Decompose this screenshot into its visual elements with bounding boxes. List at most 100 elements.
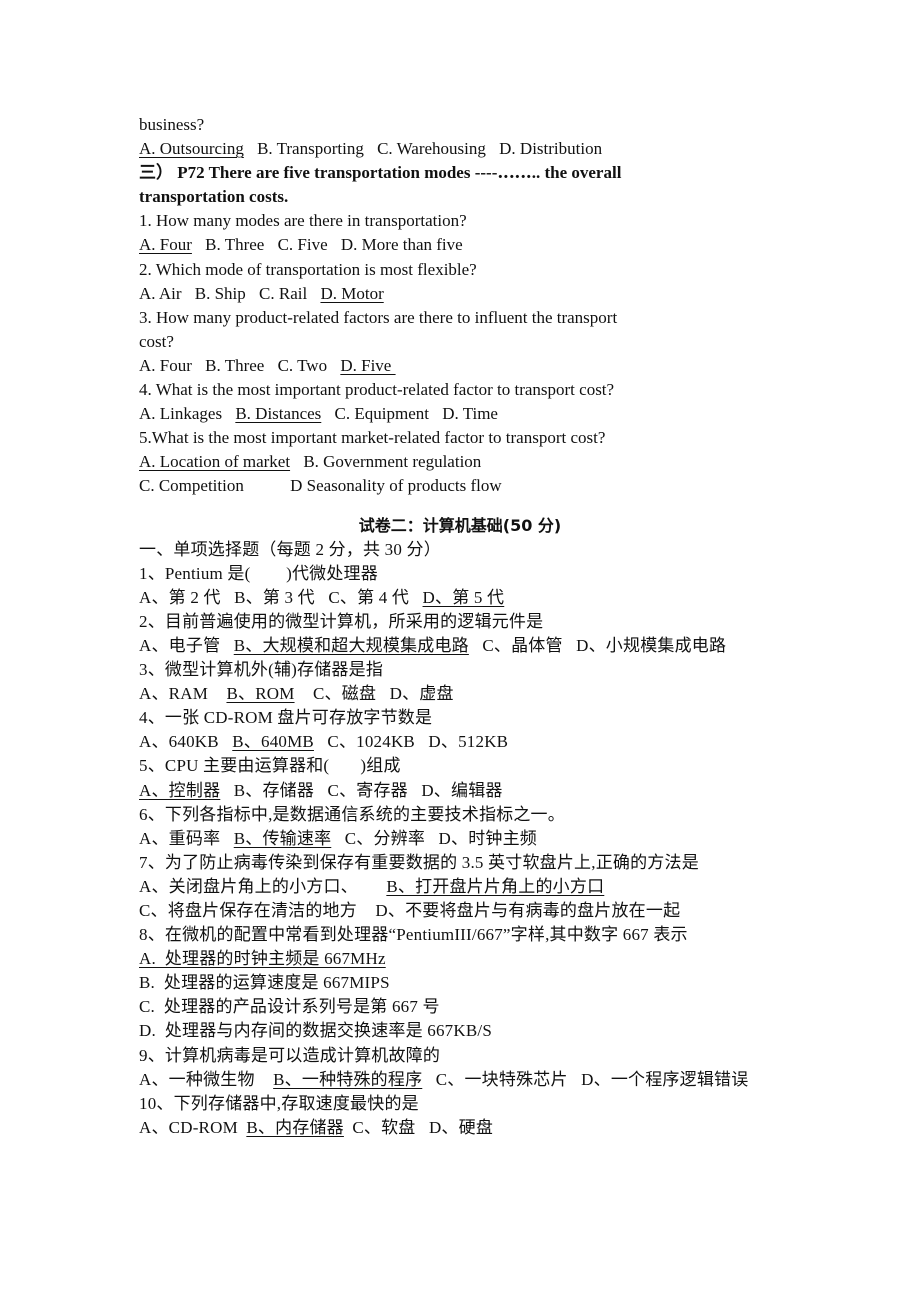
option-correct: D. Motor: [320, 283, 384, 303]
question-text: 1、Pentium 是( )代微处理器: [139, 563, 378, 583]
option-correct: B、一种特殊的程序: [273, 1069, 423, 1089]
option: C、软盘: [352, 1117, 416, 1137]
option-correct: B、内存储器: [246, 1117, 344, 1137]
option: C、将盘片保存在清洁的地方: [139, 901, 357, 920]
option: D、时钟主频: [438, 828, 538, 848]
question-text: 8、在微机的配置中常看到处理器“PentiumIII/667”字样,其中数字 6…: [139, 925, 688, 945]
option: D、512KB: [428, 732, 509, 752]
option: C. 处理器的产品设计系列号是第 667 号: [139, 997, 440, 1017]
option-correct: A. Location of market: [139, 452, 291, 472]
option: D、小规模集成电路: [576, 635, 727, 655]
option-correct: A. Outsourcing: [139, 139, 244, 159]
option-correct: B. Distances: [235, 404, 322, 424]
options-line: A、640KB B、640MB C、1024KB D、512KB: [139, 730, 789, 754]
option: A、一种微生物: [139, 1069, 255, 1089]
option: C、1024KB: [327, 732, 415, 752]
option: A、CD-ROM: [139, 1117, 238, 1137]
options-line: A. Location of market B. Government regu…: [139, 450, 789, 474]
option: D. Time: [442, 404, 498, 424]
option: C. Rail: [259, 283, 308, 303]
option-correct: D、第 5 代: [422, 587, 505, 607]
option-correct: D. Five: [340, 355, 396, 375]
option: B、第 3 代: [234, 587, 315, 607]
option: C. Equipment: [334, 404, 429, 424]
options-line: A. Air B. Ship C. Rail D. Motor: [139, 282, 789, 306]
option: B、存储器: [233, 780, 315, 800]
options-line: A. Outsourcing B. Transporting C. Wareho…: [139, 137, 789, 161]
option-correct: A. 处理器的时钟主频是 667MHz: [139, 949, 386, 969]
option: C、第 4 代: [328, 587, 410, 607]
question-text: 10、下列存储器中,存取速度最快的是: [139, 1093, 419, 1113]
question-text: 3、微型计算机外(辅)存储器是指: [139, 660, 384, 680]
option: A. Linkages: [139, 404, 223, 424]
options-line: A. Four B. Three C. Five D. More than fi…: [139, 233, 789, 257]
option: C、一块特殊芯片: [435, 1069, 568, 1089]
question-text: 4. What is the most important product-re…: [139, 380, 615, 400]
option-correct: B、640MB: [232, 732, 314, 752]
option: C、分辨率: [344, 828, 426, 848]
option-correct: B、打开盘片片角上的小方口: [386, 876, 605, 896]
options-line: A、CD-ROM B、内存储器 C、软盘 D、硬盘: [139, 1116, 789, 1140]
option: D Seasonality of products flow: [290, 476, 502, 496]
option: B. Transporting: [257, 139, 364, 159]
option: D、不要将盘片与有病毒的盘片放在一起: [375, 901, 681, 920]
option: C. Two: [277, 355, 328, 375]
question-text: 3. How many product-related factors are …: [139, 307, 618, 327]
option-correct: A、控制器: [139, 780, 221, 800]
options-line: A. Four B. Three C. Two D. Five: [139, 354, 789, 378]
question-text: 4、一张 CD-ROM 盘片可存放字节数是: [139, 708, 433, 728]
section-heading: 一、单项选择题（每题 2 分，共 30 分）: [139, 539, 441, 559]
option-correct: A. Four: [139, 235, 192, 255]
option: D. Distribution: [499, 139, 603, 159]
options-line: A、关闭盘片角上的小方口、 B、打开盘片片角上的小方口: [139, 875, 789, 899]
options-line: A. 处理器的时钟主频是 667MHz: [139, 947, 789, 971]
option: A、关闭盘片角上的小方口、: [139, 876, 358, 896]
option: B. 处理器的运算速度是 667MIPS: [139, 973, 390, 993]
question-text: 2、目前普遍使用的微型计算机，所采用的逻辑元件是: [139, 611, 544, 631]
question-text: 6、下列各指标中,是数据通信系统的主要技术指标之一。: [139, 804, 565, 824]
option: A、第 2 代: [139, 587, 221, 607]
option: B. Three: [205, 235, 265, 255]
option: C、磁盘: [313, 684, 377, 704]
question-text: 9、计算机病毒是可以造成计算机故障的: [139, 1045, 441, 1065]
option: B. Three: [205, 355, 265, 375]
option: A、电子管: [139, 635, 221, 655]
question-text: 7、为了防止病毒传染到保存有重要数据的 3.5 英寸软盘片上,正确的方法是: [139, 852, 699, 872]
option: D、一个程序逻辑错误: [581, 1069, 749, 1089]
document-page: business? A. Outsourcing B. Transporting…: [139, 113, 789, 1140]
question-text-cont: cost?: [139, 331, 174, 351]
option: A、重码率: [139, 828, 221, 848]
options-line: A、一种微生物 B、一种特殊的程序 C、一块特殊芯片 D、一个程序逻辑错误: [139, 1068, 789, 1092]
options-line: A、重码率 B、传输速率 C、分辨率 D、时钟主频: [139, 827, 789, 851]
option: C、寄存器: [327, 780, 408, 800]
option-correct: B、大规模和超大规模集成电路: [233, 635, 469, 655]
option: A. Four: [139, 355, 192, 375]
option: D、硬盘: [428, 1117, 494, 1137]
option: C、晶体管: [482, 635, 563, 655]
options-line: A. Linkages B. Distances C. Equipment D.…: [139, 402, 789, 426]
options-line: C、将盘片保存在清洁的地方 D、不要将盘片与有病毒的盘片放在一起: [139, 899, 789, 923]
option: D. More than five: [340, 235, 463, 255]
question-text: 2. Which mode of transportation is most …: [139, 259, 477, 279]
option: C. Competition: [139, 476, 244, 496]
question-text: 5.What is the most important market-rela…: [139, 428, 606, 448]
option: C. Warehousing: [377, 139, 486, 159]
exam-title: 试卷二：计算机基础(50 分): [358, 515, 562, 535]
options-line: A、控制器 B、存储器 C、寄存器 D、编辑器: [139, 779, 789, 803]
option: A、640KB: [139, 732, 219, 752]
options-line: A、RAM B、ROM C、磁盘 D、虚盘: [139, 682, 789, 706]
question-text: business?: [139, 115, 205, 134]
option-correct: B、传输速率: [233, 828, 332, 848]
option: C. Five: [277, 235, 328, 255]
section-heading-cont: transportation costs.: [139, 187, 289, 207]
options-line: A、第 2 代 B、第 3 代 C、第 4 代 D、第 5 代: [139, 586, 789, 610]
options-line: A、电子管 B、大规模和超大规模集成电路 C、晶体管 D、小规模集成电路: [139, 634, 789, 658]
section-heading: 三） P72 There are five transportation mod…: [139, 163, 622, 183]
option: B. Ship: [194, 283, 246, 303]
option: B. Government regulation: [303, 452, 482, 472]
options-line: C. Competition D Seasonality of products…: [139, 474, 789, 498]
question-text: 1. How many modes are there in transport…: [139, 211, 467, 231]
option: D. 处理器与内存间的数据交换速率是 667KB/S: [139, 1021, 492, 1041]
option: A. Air: [139, 283, 182, 303]
option: A、RAM: [139, 684, 209, 704]
